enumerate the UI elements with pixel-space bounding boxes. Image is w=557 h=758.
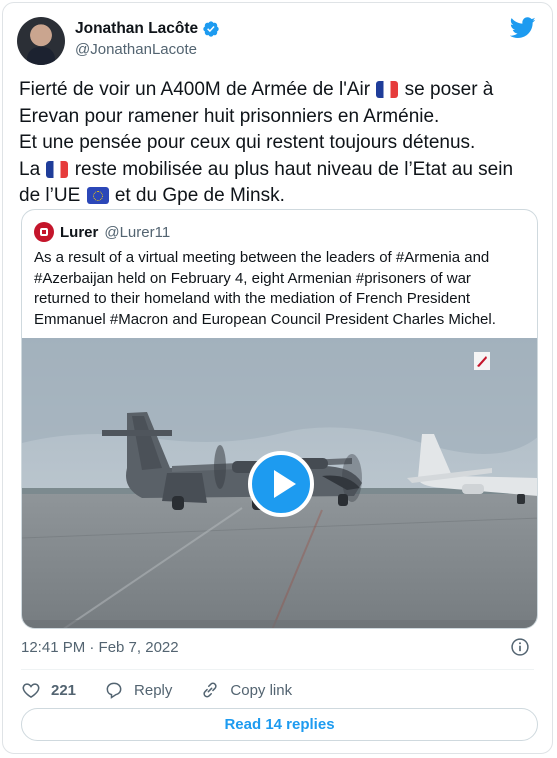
flag-eu-icon: [86, 187, 109, 204]
quoted-author-name: Lurer: [60, 223, 99, 241]
read-replies-button[interactable]: Read 14 replies: [21, 708, 538, 741]
play-icon[interactable]: [248, 451, 314, 517]
like-button[interactable]: 221: [21, 680, 76, 700]
tweet-text-fragment: de l’UE: [19, 185, 81, 206]
tweet-actions: 221 Reply Copy link: [21, 678, 534, 702]
tweet-timestamp[interactable]: 12:41 PM · Feb 7, 2022: [21, 639, 179, 656]
media-brand-badge-icon: [474, 352, 490, 370]
flag-france-icon: [376, 81, 399, 98]
flag-france-icon: [46, 160, 69, 178]
author-avatar[interactable]: [17, 17, 65, 65]
tweet-header: Jonathan Lacôte @JonathanLacote: [17, 17, 538, 67]
author-name-row: Jonathan Lacôte: [75, 20, 220, 38]
tweet-text-fragment: La: [19, 158, 41, 180]
tweet-text-fragment: reste mobilisée au plus haut niveau de l…: [74, 158, 514, 180]
tweet-line: Et une pensée pour ceux qui restent touj…: [19, 132, 476, 153]
reply-button[interactable]: Reply: [104, 680, 172, 700]
tweet-line: Fierté de voir un A400M de Armée de l'Ai…: [19, 77, 538, 104]
author-info: Jonathan Lacôte @JonathanLacote: [75, 20, 220, 58]
reply-label: Reply: [134, 681, 173, 699]
tweet-text-fragment: se poser à: [404, 79, 494, 100]
tweet-text-fragment: et du Gpe de Minsk.: [114, 185, 285, 206]
tweet-line: Erevan pour ramener huit prisonniers en …: [19, 105, 440, 127]
video-thumbnail[interactable]: [22, 338, 537, 628]
link-icon: [203, 682, 217, 698]
tweet-text-fragment: Fierté de voir un A400M de Armée de l'Ai…: [19, 79, 371, 100]
quoted-text-line: Emmanuel #Macron and European Council Pr…: [34, 310, 496, 328]
verified-badge-icon: [203, 21, 219, 37]
tweet-meta: 12:41 PM · Feb 7, 2022: [21, 635, 534, 661]
twitter-bird-icon[interactable]: [510, 17, 536, 39]
quoted-author-avatar: [34, 222, 54, 242]
quoted-author-handle: @Lurer11: [104, 223, 171, 241]
author-name[interactable]: Jonathan Lacôte: [75, 20, 198, 38]
quoted-tweet-header: Lurer @Lurer11: [34, 222, 170, 242]
divider: [21, 669, 534, 670]
quoted-tweet[interactable]: Lurer @Lurer11 As a result of a virtual …: [21, 209, 538, 629]
tweet-line: de l’UE et du Gpe de Minsk.: [19, 183, 538, 210]
quoted-text-line: As a result of a virtual meeting between…: [34, 249, 490, 266]
heart-icon: [22, 683, 40, 698]
like-count: 221: [51, 681, 77, 699]
tweet-line: La reste mobilisée au plus haut niveau d…: [19, 157, 538, 184]
quoted-tweet-text: As a result of a virtual meeting between…: [34, 248, 530, 330]
quoted-text-line: #Azerbaijan held on February 4, eight Ar…: [34, 269, 471, 287]
copy-link-button[interactable]: Copy link: [200, 680, 292, 700]
tweet-card: Jonathan Lacôte @JonathanLacote Fierté d…: [2, 2, 553, 754]
quoted-text-line: returned to their homeland with the medi…: [34, 290, 471, 307]
tweet-text: Fierté de voir un A400M de Armée de l'Ai…: [19, 77, 538, 210]
info-icon[interactable]: [510, 637, 530, 657]
reply-icon: [106, 682, 122, 699]
author-handle[interactable]: @JonathanLacote: [75, 41, 220, 58]
copy-link-label: Copy link: [230, 681, 293, 699]
